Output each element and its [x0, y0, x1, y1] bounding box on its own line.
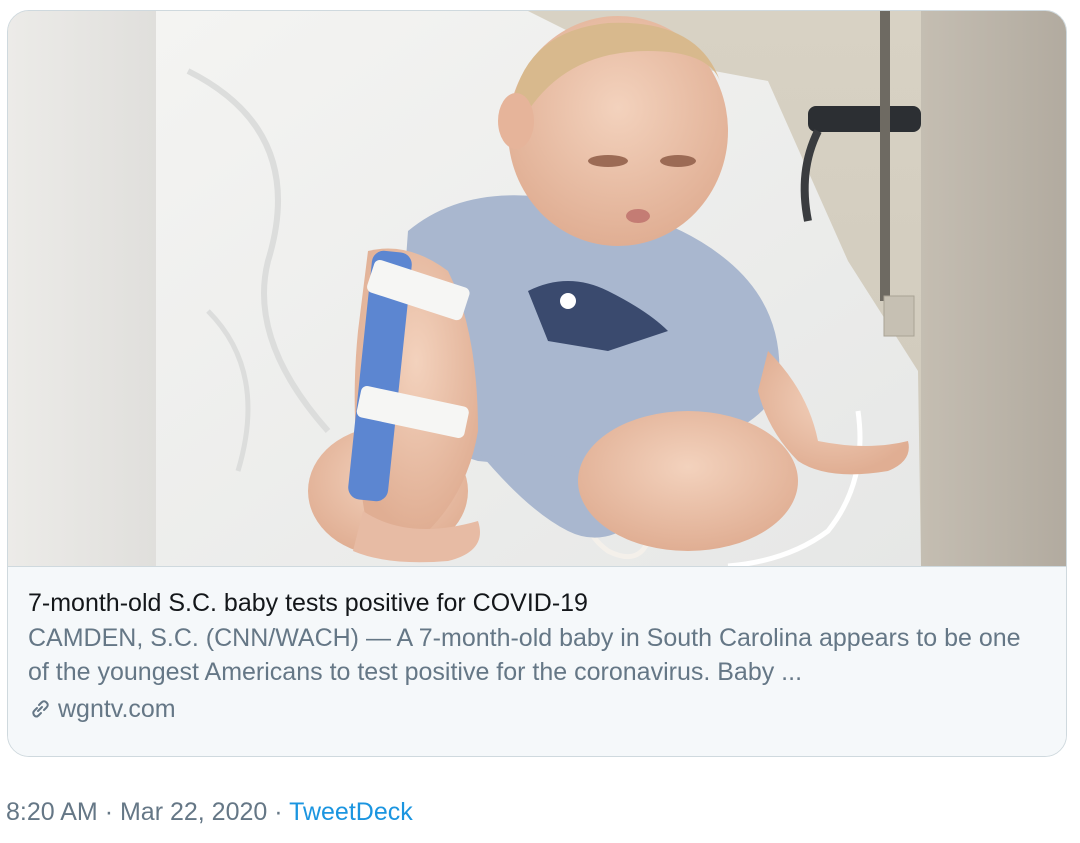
link-icon: [28, 697, 52, 721]
tweet-meta: 8:20 AM · Mar 22, 2020 · TweetDeck: [6, 796, 413, 828]
tweet-date[interactable]: Mar 22, 2020: [120, 798, 267, 826]
link-preview-card[interactable]: 7-month-old S.C. baby tests positive for…: [7, 10, 1067, 757]
meta-separator: ·: [104, 798, 114, 826]
tweet-source-link[interactable]: TweetDeck: [289, 798, 413, 826]
card-image[interactable]: [8, 11, 1066, 566]
baby-photo: [8, 11, 1066, 566]
card-domain: wgntv.com: [58, 695, 176, 723]
tweet-time[interactable]: 8:20 AM: [6, 798, 98, 826]
card-description: CAMDEN, S.C. (CNN/WACH) — A 7-month-old …: [28, 624, 1021, 686]
card-text[interactable]: 7-month-old S.C. baby tests positive for…: [8, 566, 1066, 756]
meta-separator: ·: [274, 798, 283, 826]
card-domain-row: wgntv.com: [28, 693, 1046, 725]
card-title: 7-month-old S.C. baby tests positive for…: [28, 589, 588, 617]
